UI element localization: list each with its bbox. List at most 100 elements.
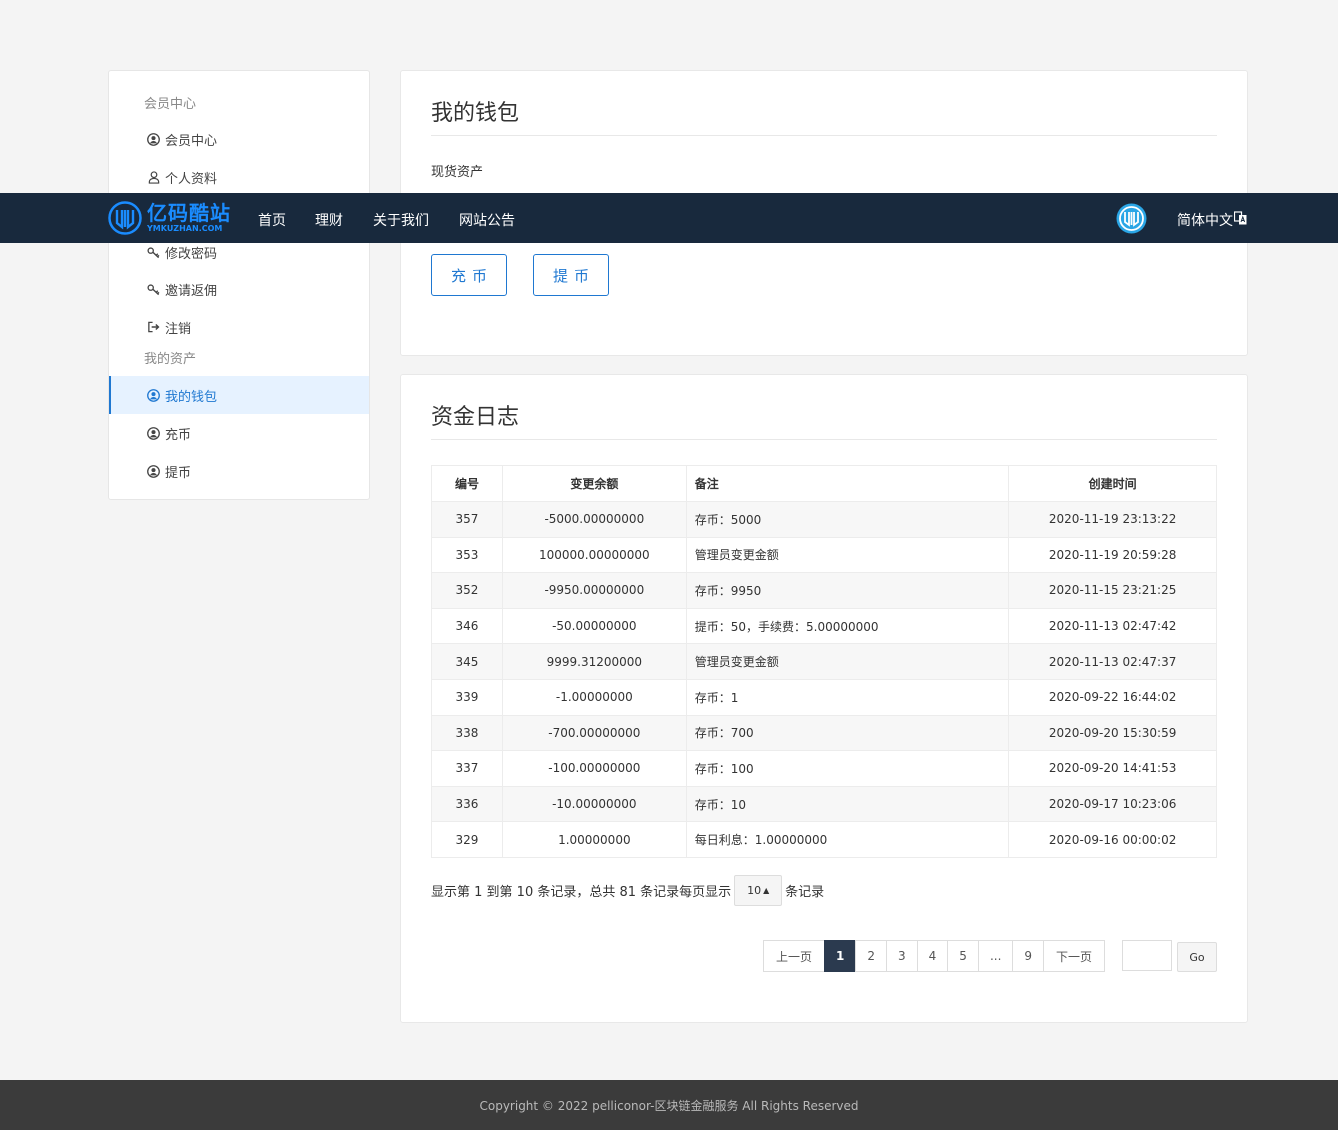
sidebar-item-label: 提币 [165,465,192,481]
key-icon [147,246,160,259]
cell-remark: 存币：100 [685,750,1010,787]
go-button[interactable]: Go [1177,942,1217,972]
nav-link-home[interactable]: 首页 [258,210,286,230]
caret-up-icon: ▲ [763,886,770,895]
cell-amount: -700.00000000 [501,714,687,752]
cell-created: 2020-11-13 02:47:37 [1008,643,1217,680]
user-icon [147,170,160,184]
cell-amount: -1.00000000 [501,678,687,716]
cell-remark: 存币：5000 [685,501,1010,538]
pagination-summary: 显示第 1 到第 10 条记录，总共 81 条记录每页显示 10 ▲ 条记录 [431,875,824,906]
page-size-select[interactable]: 10 ▲ [734,875,783,906]
cell-remark: 存币：10 [685,785,1010,823]
summary-prefix: 显示第 1 到第 10 条记录，总共 81 条记录每页显示 [431,885,732,900]
sidebar-item-profile[interactable]: 个人资料 [109,158,369,196]
sidebar-item-logout[interactable]: 注销 [109,308,369,346]
page-button-4[interactable]: 4 [916,940,949,972]
sidebar-item-wallet[interactable]: 我的钱包 [109,376,369,414]
cell-remark: 每日利息：1.00000000 [685,821,1010,858]
next-page-button[interactable]: 下一页 [1043,940,1106,972]
divider [431,439,1217,440]
logo-text-cn: 亿码酷站 [147,201,231,225]
sidebar-item-withdraw[interactable]: 提币 [109,452,369,490]
nav-link-about[interactable]: 关于我们 [373,210,429,230]
deposit-button[interactable]: 充币 [431,254,507,296]
user-circle-icon [147,426,160,440]
sidebar-group-member: 会员中心 [144,97,197,112]
user-circle-icon [147,388,160,402]
withdraw-button[interactable]: 提币 [533,254,609,296]
page-button-1[interactable]: 1 [824,940,857,972]
pagination: 上一页 1 2 3 4 5 ... 9 下一页 [763,940,1106,972]
nav-link-finance[interactable]: 理财 [315,210,343,230]
sign-out-icon [147,321,160,334]
sidebar-item-label: 充币 [165,427,192,443]
column-header-amount[interactable]: 变更余额 [501,465,687,502]
table-row: 329 1.00000000 每日利息：1.00000000 2020-09-16 0… [431,821,1217,858]
cell-id: 329 [431,821,503,858]
wallet-title: 我的钱包 [431,101,520,126]
cell-remark: 存币：9950 [685,572,1010,609]
prev-page-button[interactable]: 上一页 [763,940,826,972]
cell-amount: -100.00000000 [501,750,687,787]
column-header-created[interactable]: 创建时间 [1008,465,1217,502]
sidebar-item-label: 邀请返佣 [165,283,218,299]
page-button-5[interactable]: 5 [947,940,979,972]
user-circle-icon [147,132,160,146]
sidebar-group-assets: 我的资产 [144,352,197,367]
site-logo[interactable]: 亿码酷站 YMKUZHAN.COM [108,201,231,235]
cell-id: 337 [431,750,503,787]
fund-log-card: 资金日志 编号 变更余额 备注 创建时间 357 -5000.00000000 存币… [400,374,1248,1023]
language-selector[interactable]: 简体中文 [1177,210,1247,230]
table-row: 346 -50.00000000 提币：50，手续费：5.00000000 2020-… [431,607,1217,645]
cell-created: 2020-11-19 23:13:22 [1008,501,1217,538]
sidebar-item-label: 个人资料 [165,171,218,187]
sidebar-item-member-center[interactable]: 会员中心 [109,120,369,158]
cell-id: 353 [431,536,503,574]
key-icon [147,283,160,296]
cell-amount: 9999.31200000 [501,643,687,680]
user-avatar[interactable] [1116,203,1147,234]
sidebar-item-invite[interactable]: 邀请返佣 [109,270,369,308]
cell-id: 336 [431,785,503,823]
cell-id: 346 [431,607,503,645]
table-row: 352 -9950.00000000 存币：9950 2020-11-15 23:21… [431,572,1217,609]
cell-id: 357 [431,501,503,538]
fund-log-title: 资金日志 [431,405,520,430]
cell-remark: 存币：700 [685,714,1010,752]
table-row: 337 -100.00000000 存币：100 2020-09-20 14:41:5… [431,750,1217,787]
summary-suffix: 条记录 [785,885,825,900]
footer: Copyright © 2022 pelliconor-区块链金融服务 All … [0,1080,1338,1130]
page-jump-input[interactable] [1122,940,1172,971]
column-header-remark[interactable]: 备注 [685,465,1010,502]
cell-amount: -50.00000000 [501,607,687,645]
table-row: 338 -700.00000000 存币：700 2020-09-20 15:30:5… [431,714,1217,752]
table-row: 345 9999.31200000 管理员变更金额 2020-11-13 02:47:… [431,643,1217,680]
avatar-logo-icon [1116,203,1147,234]
sidebar: 会员中心 会员中心 个人资料 修改密码 邀请返佣 注销 我的资产 我的钱包 充币… [108,70,370,500]
cell-id: 339 [431,678,503,716]
cell-id: 338 [431,714,503,752]
page-button-2[interactable]: 2 [855,940,888,972]
cell-id: 345 [431,643,503,680]
divider [431,135,1217,136]
sidebar-item-label: 修改密码 [165,246,218,262]
cell-remark: 提币：50，手续费：5.00000000 [685,607,1010,645]
sidebar-item-label: 我的钱包 [165,389,218,405]
user-circle-icon [147,464,160,478]
cell-created: 2020-11-15 23:21:25 [1008,572,1217,609]
table-header-row: 编号 变更余额 备注 创建时间 [431,465,1217,502]
sidebar-item-deposit[interactable]: 充币 [109,414,369,452]
cell-created: 2020-09-17 10:23:06 [1008,785,1217,823]
page-button-3[interactable]: 3 [886,940,918,972]
page-button-9[interactable]: 9 [1012,940,1045,972]
cell-amount: -10.00000000 [501,785,687,823]
column-header-id[interactable]: 编号 [431,465,503,502]
sidebar-item-label: 注销 [165,321,192,337]
cell-created: 2020-11-13 02:47:42 [1008,607,1217,645]
cell-remark: 存币：1 [685,678,1010,716]
nav-link-notice[interactable]: 网站公告 [459,210,515,230]
cell-created: 2020-09-20 14:41:53 [1008,750,1217,787]
cell-amount: 100000.00000000 [501,536,687,574]
cell-remark: 管理员变更金额 [685,643,1010,680]
